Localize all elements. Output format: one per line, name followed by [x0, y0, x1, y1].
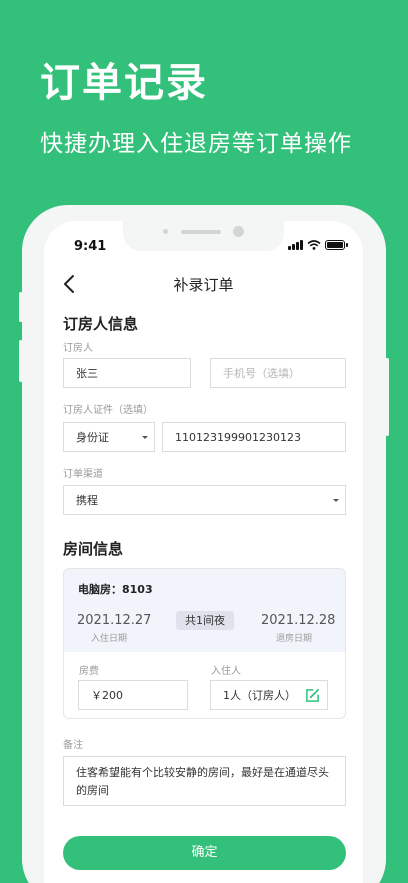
- checkin-date: 2021.12.27: [77, 613, 152, 628]
- remark-textarea[interactable]: 住客希望能有个比较安静的房间，最好是在通道尽头的房间: [63, 756, 346, 806]
- notch-camera: [233, 226, 244, 237]
- edit-icon[interactable]: [305, 688, 320, 703]
- hero-title: 订单记录: [40, 60, 208, 106]
- id-type-value: 身份证: [76, 431, 109, 444]
- id-label: 订房人证件（选填）: [63, 405, 153, 416]
- battery-icon: [325, 240, 348, 250]
- wifi-icon: [307, 240, 321, 250]
- hero-subtitle: 快捷办理入住退房等订单操作: [40, 131, 352, 157]
- room-section-title: 房间信息: [63, 540, 124, 558]
- checkin-label: 入住日期: [91, 634, 128, 644]
- nights-badge: 共1间夜: [176, 611, 234, 630]
- checkout-label: 退房日期: [276, 634, 313, 644]
- guests-value: 1人（订房人）: [223, 689, 296, 702]
- id-number-input[interactable]: 110123199901230123: [162, 422, 346, 452]
- phone-input[interactable]: 手机号（选填）: [210, 358, 346, 388]
- status-icons: [288, 240, 348, 250]
- phone-notch: [123, 221, 284, 251]
- phone-side-button: [19, 340, 23, 382]
- booker-section-title: 订房人信息: [63, 315, 139, 333]
- confirm-button[interactable]: 确定: [63, 836, 346, 870]
- chevron-down-icon: [142, 436, 148, 439]
- channel-label: 订单渠道: [63, 469, 103, 480]
- room-card: 电脑房：8103 2021.12.27 入住日期 共1间夜 2021.12.28…: [63, 568, 346, 719]
- guests-label: 入住人: [211, 666, 241, 677]
- chevron-down-icon: [333, 499, 339, 502]
- phone-side-button: [19, 292, 23, 322]
- checkout-date: 2021.12.28: [261, 613, 336, 628]
- fee-label: 房费: [79, 666, 99, 677]
- channel-select[interactable]: 携程: [63, 485, 346, 515]
- booker-name-label: 订房人: [63, 343, 93, 354]
- page-title: 补录订单: [173, 276, 234, 294]
- fee-input[interactable]: ￥200: [78, 680, 188, 710]
- channel-value: 携程: [76, 494, 98, 507]
- room-card-header: 电脑房：8103 2021.12.27 入住日期 共1间夜 2021.12.28…: [64, 569, 345, 652]
- guests-field[interactable]: 1人（订房人）: [210, 680, 328, 710]
- phone-side-button: [385, 358, 389, 436]
- status-time: 9:41: [74, 239, 107, 254]
- remark-label: 备注: [63, 740, 83, 751]
- booker-name-input[interactable]: 张三: [63, 358, 191, 388]
- id-type-select[interactable]: 身份证: [63, 422, 155, 452]
- notch-dot: [163, 229, 168, 234]
- app-screen: 9:41 补录订单 订房人信息 订房人 张三 手机号（选填） 订房人证件（选填）…: [44, 221, 363, 883]
- notch-speaker: [181, 230, 221, 234]
- room-name: 电脑房：8103: [78, 583, 153, 596]
- signal-icon: [288, 240, 303, 250]
